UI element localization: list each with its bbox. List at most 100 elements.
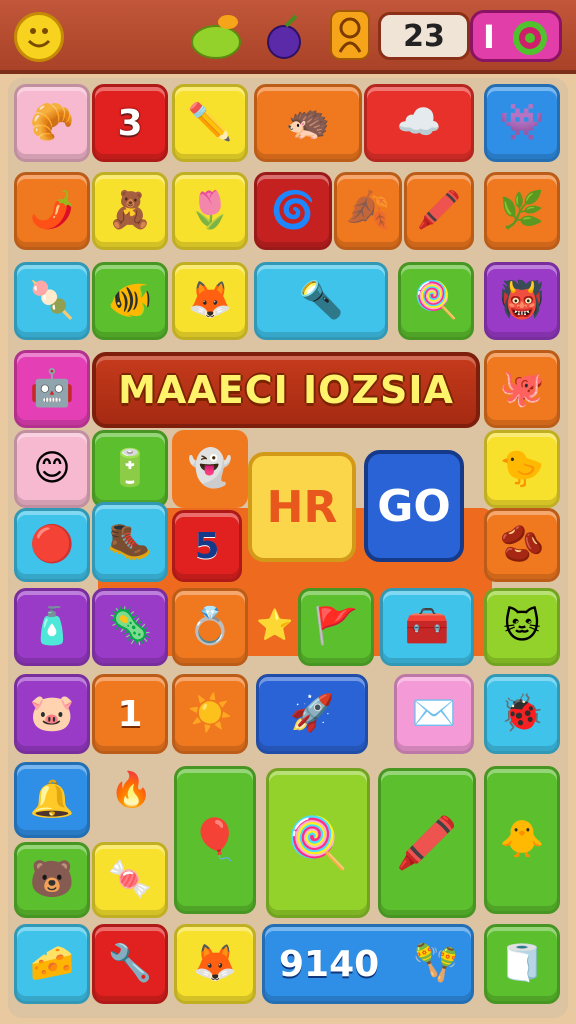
tile-monster[interactable]: 👹 — [484, 262, 560, 340]
robot-icon: 🤖 — [29, 368, 75, 409]
bear-icon: 🐻 — [29, 859, 75, 900]
tile-lollipop-big[interactable]: 🍭 — [266, 768, 370, 918]
tile-creature-blue[interactable]: 🐙 — [484, 350, 560, 428]
tile-mail[interactable]: ✉️ — [394, 674, 474, 754]
ghost-icon: 👻 — [187, 448, 233, 489]
tile-fish[interactable]: 🐠 — [92, 262, 168, 340]
tile-crayon[interactable]: 🖍️ — [378, 768, 476, 918]
tile-bottle[interactable]: 🧴 — [14, 588, 90, 666]
ring-icon: 💍 — [187, 606, 233, 647]
flower-icon: 🌷 — [187, 190, 233, 231]
tile-food[interactable]: 🥐 — [14, 84, 90, 162]
fruit-icon[interactable] — [190, 12, 250, 66]
alien-icon: 👾 — [499, 102, 545, 143]
tile-sun[interactable]: ☀️ — [172, 674, 248, 754]
bean-icon: 🫘 — [499, 524, 545, 565]
cheese-icon: 🧀 — [29, 943, 75, 984]
tile-roll[interactable]: 🧻 — [484, 924, 560, 1004]
tile-chick[interactable]: 🐤 — [484, 430, 560, 508]
maraca-icon: 🪇 — [413, 943, 459, 984]
game-board: 🥐 3 ✏️ 🦔 ☁️ 👾 🌶️ 🧸 🌷 🌀 🍂 🖍️ 🌿 🍡 🐠 🦊 🔦 🍭 … — [8, 78, 568, 1018]
go-button[interactable]: GO — [364, 450, 464, 562]
rocket-icon: 🚀 — [289, 693, 335, 734]
tile-pig[interactable]: 🐷 — [14, 674, 90, 754]
tile-flashlight[interactable]: 🔦 — [254, 262, 388, 340]
tile-number-5[interactable]: 5 — [172, 510, 242, 582]
target-icon — [511, 19, 549, 61]
tile-marker[interactable]: 🖍️ — [404, 172, 474, 250]
tile-sprout[interactable]: 🌿 — [484, 172, 560, 250]
bell-icon: 🔔 — [29, 779, 75, 820]
tile-number-1[interactable]: 1 — [92, 674, 168, 754]
tile-balloon[interactable]: 🎈 — [174, 766, 256, 914]
crayon-icon: 🖍️ — [395, 814, 459, 872]
score-value: 23 — [403, 18, 445, 54]
sun-icon: ☀️ — [187, 693, 233, 734]
tile-flower[interactable]: 🌷 — [172, 172, 248, 250]
tile-orb[interactable]: 🔴 — [14, 508, 90, 582]
tile-tool[interactable]: 🔧 — [92, 924, 168, 1004]
number-5: 5 — [194, 525, 220, 567]
tile-fox[interactable]: 🦊 — [172, 262, 248, 340]
pause-label: I — [483, 18, 495, 56]
star-icon: ⭐ — [256, 608, 294, 643]
tile-bean[interactable]: 🫘 — [484, 508, 560, 582]
number-1: 1 — [117, 693, 143, 735]
bug-icon: 🐞 — [499, 693, 545, 734]
flashlight-icon: 🔦 — [298, 280, 344, 321]
tile-smile[interactable]: 😊 — [14, 430, 90, 508]
candy-icon: 🍬 — [107, 859, 153, 900]
play-button[interactable]: HR — [248, 452, 356, 562]
tile-pencil[interactable]: ✏️ — [172, 84, 248, 162]
tile-number-3[interactable]: 3 — [92, 84, 168, 162]
tile-boot[interactable]: 🥾 — [92, 502, 168, 582]
tile-cloud[interactable]: ☁️ — [364, 84, 474, 162]
creature-icon: 🦔 — [285, 102, 331, 143]
tile-berries[interactable]: 🍡 — [14, 262, 90, 340]
pause-button[interactable]: I — [470, 10, 562, 62]
lollipop-big-icon: 🍭 — [286, 814, 350, 872]
tile-spiral[interactable]: 🌀 — [254, 172, 332, 250]
tile-ring[interactable]: 💍 — [172, 588, 248, 666]
tile-rocket[interactable]: 🚀 — [256, 674, 368, 754]
marker-icon: 🖍️ — [416, 190, 462, 231]
tile-battery[interactable]: 🔋 — [92, 430, 168, 508]
drop-icon: 🔥 — [110, 770, 153, 810]
tile-fox-2[interactable]: 🦊 — [174, 924, 256, 1004]
food-icon: 🥐 — [29, 102, 75, 143]
game-title: MAAECI IOZSIA — [118, 368, 454, 412]
lollipop-icon: 🍭 — [413, 280, 459, 321]
fox-icon: 🦊 — [187, 280, 233, 321]
play-label: HR — [266, 481, 338, 533]
tile-case[interactable]: 🧰 — [380, 588, 474, 666]
tile-creature[interactable]: 🦔 — [254, 84, 362, 162]
tile-virus[interactable]: 🦠 — [92, 588, 168, 666]
fox-2-icon: 🦊 — [192, 943, 238, 984]
pencil-icon: ✏️ — [187, 102, 233, 143]
tile-bird[interactable]: 🐥 — [484, 766, 560, 914]
smiley-icon[interactable] — [14, 12, 64, 62]
pig-icon: 🐷 — [29, 693, 75, 734]
bird-icon: 🐥 — [499, 819, 545, 860]
tile-robot[interactable]: 🤖 — [14, 350, 90, 428]
tile-bear[interactable]: 🐻 — [14, 842, 90, 918]
berry-icon[interactable] — [264, 12, 308, 66]
tile-candy[interactable]: 🍬 — [92, 842, 168, 918]
score-panel: 23 — [378, 12, 470, 60]
tile-flag[interactable]: 🚩 — [298, 588, 374, 666]
tile-alien[interactable]: 👾 — [484, 84, 560, 162]
case-icon: 🧰 — [404, 606, 450, 647]
tile-pepper[interactable]: 🌶️ — [14, 172, 90, 250]
tile-leaf[interactable]: 🍂 — [334, 172, 402, 250]
tile-cat[interactable]: 🐱 — [484, 588, 560, 666]
tile-lollipop[interactable]: 🍭 — [398, 262, 474, 340]
character-icon[interactable] — [330, 10, 370, 60]
roll-icon: 🧻 — [499, 943, 545, 984]
fish-icon: 🐠 — [107, 280, 153, 321]
tile-figure[interactable]: 🧸 — [92, 172, 168, 250]
tile-cheese[interactable]: 🧀 — [14, 924, 90, 1004]
title-banner: MAAECI IOZSIA — [92, 352, 480, 428]
tile-bell[interactable]: 🔔 — [14, 762, 90, 838]
tile-bug[interactable]: 🐞 — [484, 674, 560, 754]
cloud-icon: ☁️ — [396, 102, 442, 143]
